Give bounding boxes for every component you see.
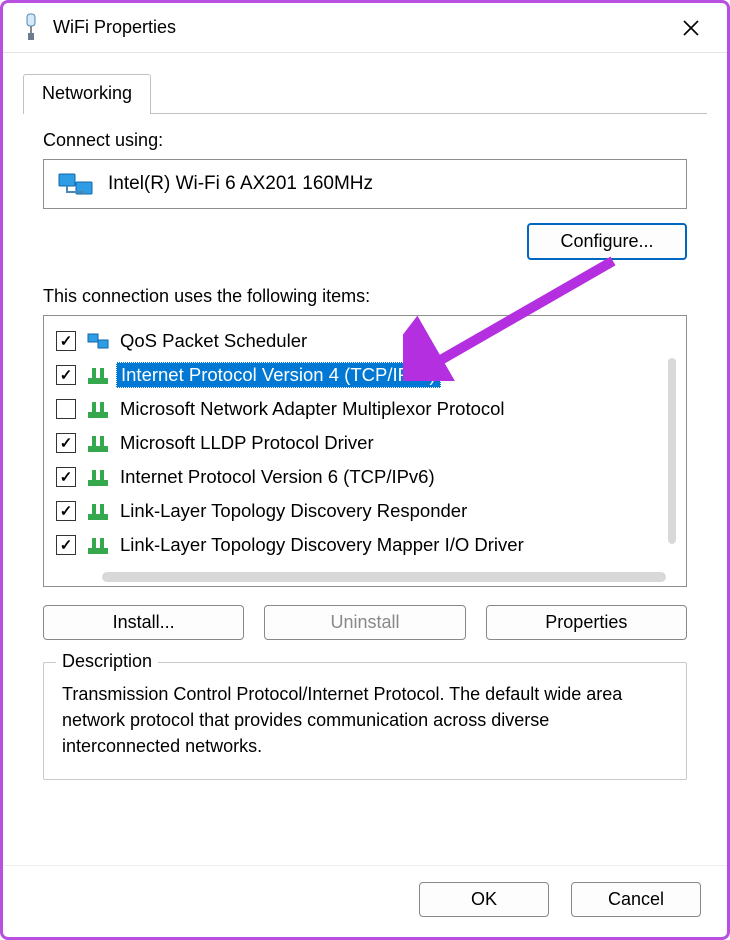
item-label: QoS Packet Scheduler <box>116 329 311 353</box>
item-checkbox[interactable] <box>56 399 76 419</box>
list-item[interactable]: Microsoft LLDP Protocol Driver <box>52 426 666 460</box>
description-legend: Description <box>56 651 158 672</box>
item-checkbox[interactable] <box>56 535 76 555</box>
uninstall-button: Uninstall <box>264 605 465 640</box>
qos-icon <box>86 330 110 352</box>
adapter-name: Intel(R) Wi-Fi 6 AX201 160MHz <box>108 173 373 195</box>
install-button[interactable]: Install... <box>43 605 244 640</box>
adapter-box[interactable]: Intel(R) Wi-Fi 6 AX201 160MHz <box>43 159 687 209</box>
list-item[interactable]: Link-Layer Topology Discovery Mapper I/O… <box>52 528 666 562</box>
description-group: Description Transmission Control Protoco… <box>43 662 687 780</box>
protocol-icon <box>86 432 110 454</box>
item-label: Internet Protocol Version 6 (TCP/IPv6) <box>116 465 439 489</box>
protocol-icon <box>86 534 110 556</box>
footer: OK Cancel <box>3 865 727 937</box>
item-label: Internet Protocol Version 4 (TCP/IPv4) <box>116 362 441 388</box>
items-label: This connection uses the following items… <box>43 286 687 307</box>
item-label: Microsoft LLDP Protocol Driver <box>116 431 378 455</box>
properties-button[interactable]: Properties <box>486 605 687 640</box>
wifi-icon <box>19 13 43 43</box>
cancel-button[interactable]: Cancel <box>571 882 701 917</box>
list-item[interactable]: Microsoft Network Adapter Multiplexor Pr… <box>52 392 666 426</box>
close-button[interactable] <box>671 8 711 48</box>
wifi-properties-window: WiFi Properties Networking Connect using… <box>3 3 727 937</box>
list-item[interactable]: Internet Protocol Version 4 (TCP/IPv4) <box>52 358 666 392</box>
ok-button[interactable]: OK <box>419 882 549 917</box>
protocol-icon <box>86 466 110 488</box>
item-checkbox[interactable] <box>56 331 76 351</box>
protocol-icon <box>86 364 110 386</box>
titlebar: WiFi Properties <box>3 3 727 53</box>
scrollbar-vertical[interactable] <box>668 358 676 544</box>
item-label: Link-Layer Topology Discovery Mapper I/O… <box>116 533 528 557</box>
close-icon <box>682 19 700 37</box>
tabstrip: Networking <box>23 73 707 114</box>
scrollbar-horizontal[interactable] <box>102 572 666 582</box>
item-label: Link-Layer Topology Discovery Responder <box>116 499 471 523</box>
list-item[interactable]: Internet Protocol Version 6 (TCP/IPv6) <box>52 460 666 494</box>
action-row: Install... Uninstall Properties <box>43 605 687 640</box>
protocol-icon <box>86 398 110 420</box>
list-item[interactable]: Link-Layer Topology Discovery Responder <box>52 494 666 528</box>
connect-using-label: Connect using: <box>43 130 687 151</box>
item-checkbox[interactable] <box>56 365 76 385</box>
protocol-icon <box>86 500 110 522</box>
tab-networking[interactable]: Networking <box>23 74 151 114</box>
items-listbox[interactable]: QoS Packet Scheduler Internet Protocol Ve… <box>43 315 687 587</box>
configure-button[interactable]: Configure... <box>527 223 687 260</box>
item-checkbox[interactable] <box>56 501 76 521</box>
content-area: Connect using: Intel(R) Wi-Fi 6 AX201 16… <box>3 114 727 865</box>
item-checkbox[interactable] <box>56 467 76 487</box>
description-text: Transmission Control Protocol/Internet P… <box>62 681 668 759</box>
window-title: WiFi Properties <box>53 17 671 38</box>
network-adapter-icon <box>58 170 94 198</box>
item-label: Microsoft Network Adapter Multiplexor Pr… <box>116 397 509 421</box>
item-checkbox[interactable] <box>56 433 76 453</box>
list-item[interactable]: QoS Packet Scheduler <box>52 324 666 358</box>
